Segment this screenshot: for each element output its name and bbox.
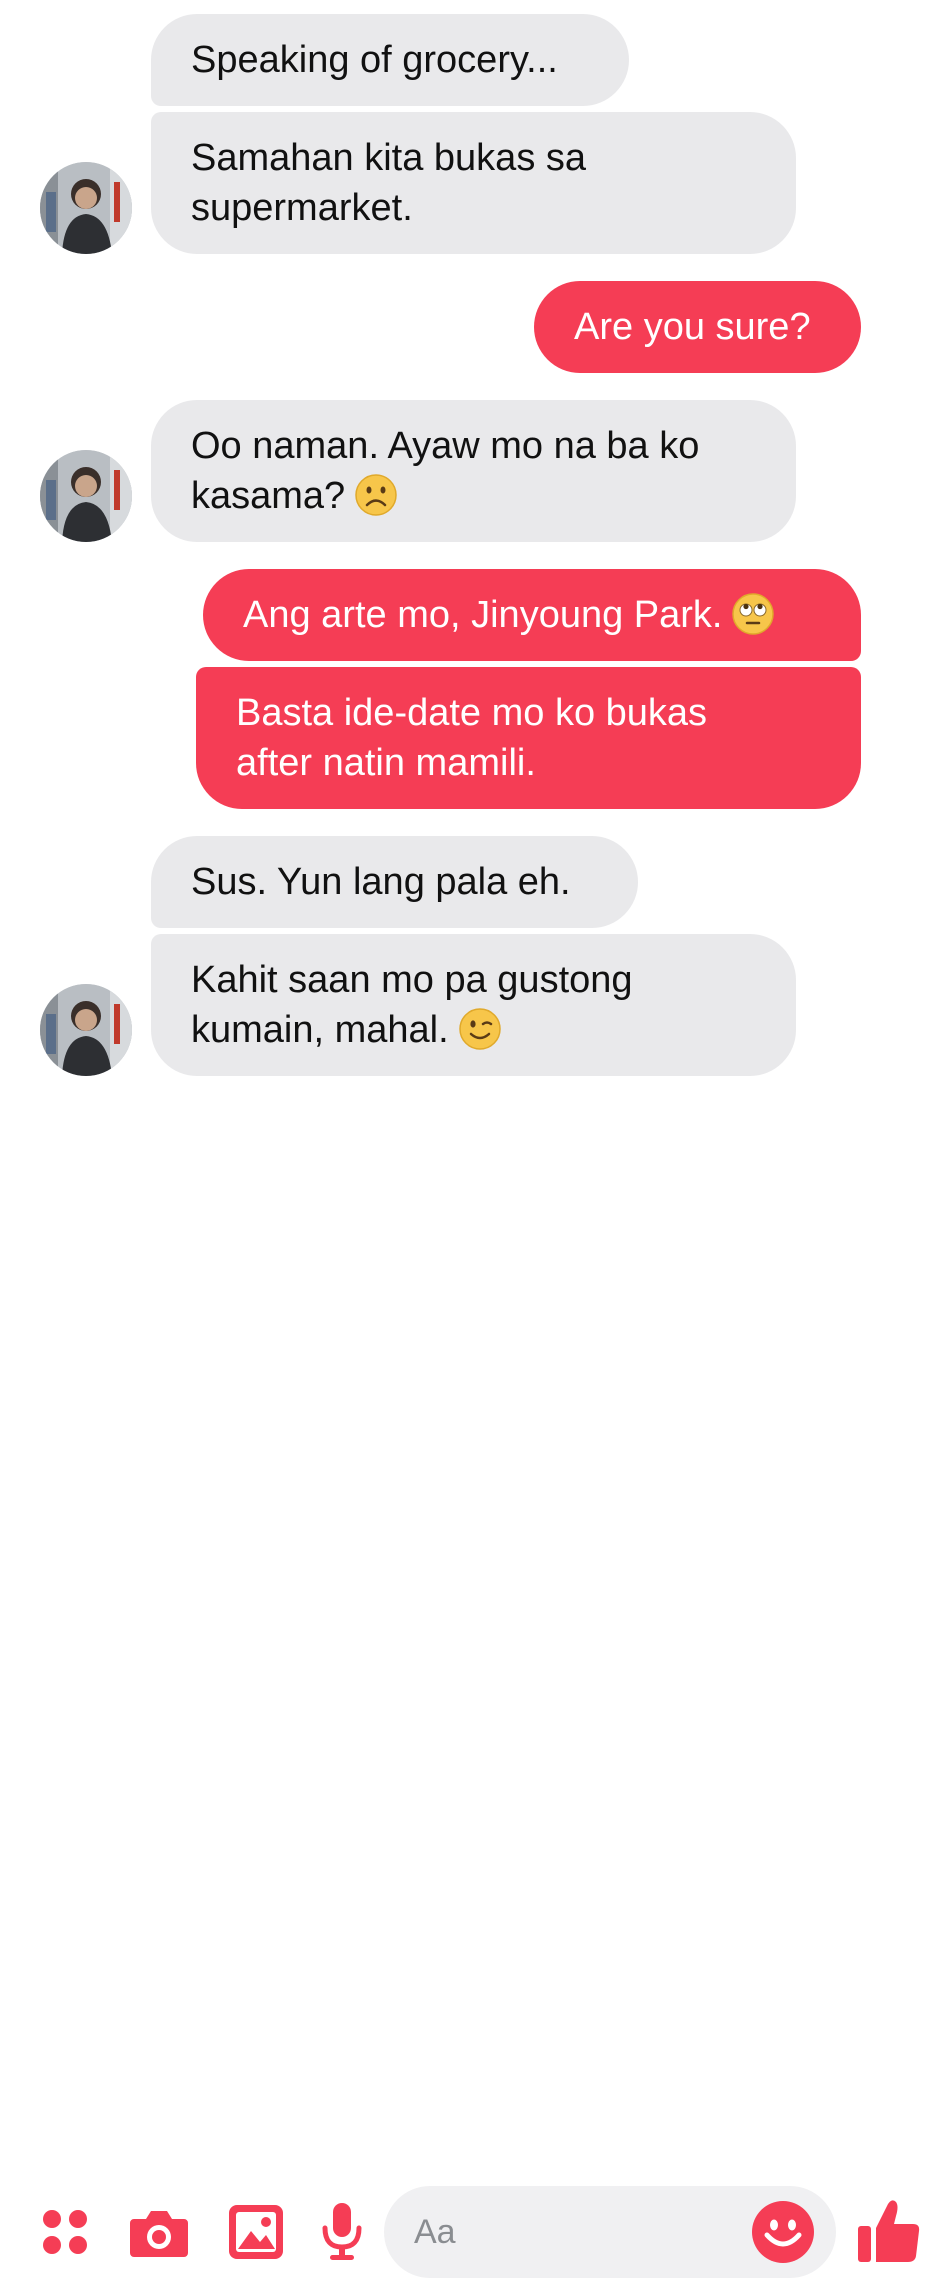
eye-roll-face-icon xyxy=(732,593,775,635)
message-text: supermarket. xyxy=(191,187,413,229)
message-text: Kahit saan mo pa gustong xyxy=(191,959,633,1001)
message-text: Speaking of grocery... xyxy=(191,39,558,81)
incoming-message-bubble[interactable]: Sus. Yun lang pala eh. xyxy=(151,836,638,928)
chat-thread: Speaking of grocery... Samahan kita buka… xyxy=(0,0,940,1090)
outgoing-message-bubble[interactable]: Are you sure? xyxy=(534,281,861,373)
camera-icon[interactable] xyxy=(130,2207,188,2257)
message-text: after natin mamili. xyxy=(236,742,536,784)
microphone-icon[interactable] xyxy=(322,2203,362,2261)
message-text: Are you sure? xyxy=(574,306,811,348)
incoming-message-bubble[interactable]: Speaking of grocery... xyxy=(151,14,629,106)
composer-bar: Aa xyxy=(0,1090,940,2278)
contact-avatar[interactable] xyxy=(40,162,132,254)
apps-grid-icon[interactable] xyxy=(40,2207,90,2257)
outgoing-message-bubble[interactable]: Basta ide-date mo ko bukas after natin m… xyxy=(196,667,861,809)
message-text: Oo naman. Ayaw mo na ba ko xyxy=(191,425,700,467)
incoming-message-bubble[interactable]: Kahit saan mo pa gustong kumain, mahal. xyxy=(151,934,796,1076)
message-line: kasama? xyxy=(191,471,397,521)
message-text: Ang arte mo, Jinyoung Park. xyxy=(243,594,723,636)
incoming-message-bubble[interactable]: Samahan kita bukas sa supermarket. xyxy=(151,112,796,254)
image-icon[interactable] xyxy=(229,2205,283,2259)
message-text: kasama? xyxy=(191,475,346,517)
message-input-placeholder: Aa xyxy=(414,2213,456,2251)
message-text: Basta ide-date mo ko bukas xyxy=(236,692,708,734)
message-text: kumain, mahal. xyxy=(191,1009,449,1051)
thumbs-up-icon[interactable] xyxy=(858,2198,920,2264)
message-line: Ang arte mo, Jinyoung Park. xyxy=(243,590,775,640)
winking-face-icon xyxy=(458,1008,501,1050)
outgoing-message-bubble[interactable]: Ang arte mo, Jinyoung Park. xyxy=(203,569,861,661)
contact-avatar[interactable] xyxy=(40,984,132,1076)
incoming-message-bubble[interactable]: Oo naman. Ayaw mo na ba ko kasama? xyxy=(151,400,796,542)
frowning-face-icon xyxy=(355,474,397,516)
message-text: Samahan kita bukas sa xyxy=(191,137,587,179)
emoji-icon[interactable] xyxy=(752,2201,814,2263)
message-text: Sus. Yun lang pala eh. xyxy=(191,861,571,903)
contact-avatar[interactable] xyxy=(40,450,132,542)
message-line: kumain, mahal. xyxy=(191,1005,501,1055)
